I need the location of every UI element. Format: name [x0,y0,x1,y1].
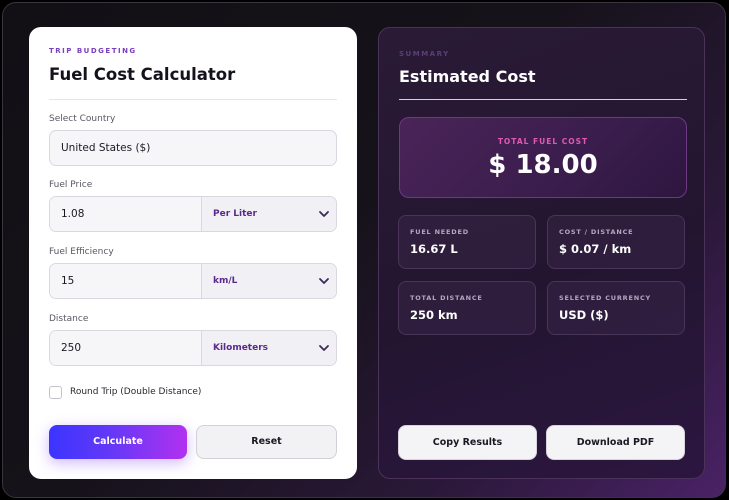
calculate-button[interactable]: Calculate [49,425,187,459]
distance-group: 250 Kilometers [49,330,337,366]
round-trip-label[interactable]: Round Trip (Double Distance) [70,387,201,397]
stat-label: COST / DISTANCE [559,228,634,236]
efficiency-group: 15 km/L [49,263,337,299]
country-label: Select Country [49,114,116,124]
reset-button[interactable]: Reset [196,425,337,459]
distance-label: Distance [49,314,89,324]
stat-cost-per-distance: COST / DISTANCE $ 0.07 / km [547,215,685,269]
efficiency-label: Fuel Efficiency [49,247,114,257]
round-trip-checkbox[interactable] [49,386,62,399]
stat-selected-currency: SELECTED CURRENCY USD ($) [547,281,685,335]
stat-value: 250 km [410,308,458,322]
stat-value: 16.67 L [410,242,458,256]
app-frame: TRIP BUDGETING Fuel Cost Calculator Sele… [2,2,726,498]
stat-label: TOTAL DISTANCE [410,294,483,302]
chevron-down-icon [318,208,330,220]
fuel-price-unit-select[interactable]: Per Liter [202,197,336,231]
efficiency-input[interactable]: 15 [50,264,202,298]
total-cost-label: TOTAL FUEL COST [497,137,589,146]
summary-divider [399,99,687,100]
fuel-price-input[interactable]: 1.08 [50,197,202,231]
chevron-down-icon [318,342,330,354]
fuel-price-group: 1.08 Per Liter [49,196,337,232]
distance-unit-label: Kilometers [213,343,269,353]
summary-panel: SUMMARY Estimated Cost TOTAL FUEL COST $… [378,27,705,479]
stat-total-distance: TOTAL DISTANCE 250 km [398,281,536,335]
fuel-price-label: Fuel Price [49,180,93,190]
distance-unit-select[interactable]: Kilometers [202,331,336,365]
country-select[interactable]: United States ($) [49,130,337,166]
efficiency-unit-label: km/L [213,276,238,286]
stat-value: $ 0.07 / km [559,242,632,256]
download-pdf-button[interactable]: Download PDF [546,425,685,460]
fuel-price-unit-label: Per Liter [213,209,257,219]
stat-label: SELECTED CURRENCY [559,294,652,302]
distance-input[interactable]: 250 [50,331,202,365]
form-divider [49,99,337,100]
copy-results-button[interactable]: Copy Results [398,425,537,460]
chevron-down-icon [318,275,330,287]
form-eyebrow: TRIP BUDGETING [49,47,137,55]
form-title: Fuel Cost Calculator [49,65,236,84]
stat-label: FUEL NEEDED [410,228,469,236]
stat-value: USD ($) [559,308,609,322]
calculator-card: TRIP BUDGETING Fuel Cost Calculator Sele… [29,27,357,479]
stat-fuel-needed: FUEL NEEDED 16.67 L [398,215,536,269]
summary-title: Estimated Cost [399,67,536,86]
total-cost-card: TOTAL FUEL COST $ 18.00 [399,117,687,198]
summary-eyebrow: SUMMARY [399,50,450,58]
total-cost-value: $ 18.00 [488,150,598,180]
efficiency-unit-select[interactable]: km/L [202,264,336,298]
